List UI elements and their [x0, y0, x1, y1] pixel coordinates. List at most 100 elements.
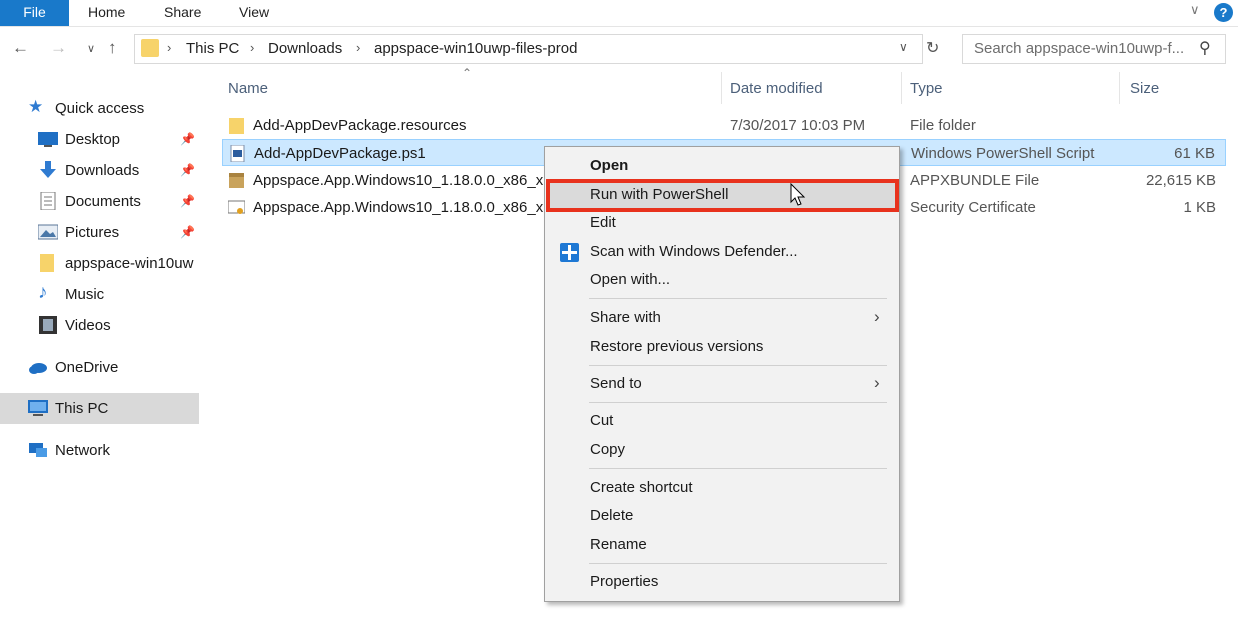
sidebar-item-network[interactable]: Network — [0, 435, 199, 466]
search-placeholder: Search appspace-win10uwp-f... — [974, 40, 1185, 57]
file-type: File folder — [910, 117, 976, 134]
tab-file[interactable]: File — [0, 0, 69, 26]
file-name: Appspace.App.Windows10_1.18.0.0_x86_x6 — [253, 172, 552, 189]
network-icon — [28, 441, 48, 459]
menu-item-rename[interactable]: Rename — [547, 531, 897, 559]
file-size: 61 KB — [1174, 145, 1215, 162]
menu-item-cut[interactable]: Cut — [547, 407, 897, 435]
column-header-date-modified[interactable]: Date modified — [724, 72, 902, 104]
desktop-icon — [38, 130, 58, 148]
menu-item-copy[interactable]: Copy — [547, 436, 897, 464]
menu-item-restore-previous-versions[interactable]: Restore previous versions — [547, 333, 897, 361]
up-arrow-icon[interactable]: ↑ — [108, 38, 117, 58]
sidebar-item-label: Quick access — [55, 100, 145, 117]
computer-icon — [28, 399, 48, 417]
sidebar-item-label: Network — [55, 442, 111, 459]
menu-item-send-to[interactable]: Send to › — [547, 370, 897, 398]
sidebar-item-downloads[interactable]: Downloads 📌 — [0, 155, 199, 186]
help-icon[interactable]: ? — [1214, 3, 1233, 22]
tab-share[interactable]: Share — [164, 0, 201, 26]
sidebar-item-videos[interactable]: Videos — [0, 310, 199, 341]
address-dropdown-chevron-icon[interactable]: ∨ — [899, 40, 908, 54]
sidebar-item-quick-access[interactable]: ★ Quick access — [0, 93, 199, 124]
menu-item-label: Delete — [590, 507, 634, 524]
file-row[interactable]: Add-AppDevPackage.resources 7/30/2017 10… — [222, 112, 1226, 139]
star-icon: ★ — [28, 97, 44, 116]
ribbon: File Home Share View ∨ ? — [0, 0, 1238, 27]
highlight-box — [546, 179, 899, 212]
sidebar-item-music[interactable]: ♪ Music — [0, 279, 199, 310]
refresh-icon[interactable]: ↻ — [926, 38, 939, 58]
tab-home[interactable]: Home — [88, 0, 125, 26]
column-header-name[interactable]: Name — [222, 72, 722, 104]
column-header-label: Date modified — [730, 80, 823, 97]
menu-separator — [589, 402, 887, 403]
column-header-size[interactable]: Size — [1124, 72, 1226, 104]
column-header-type[interactable]: Type — [904, 72, 1120, 104]
document-icon — [38, 191, 58, 211]
menu-item-label: Restore previous versions — [590, 338, 764, 355]
windows-defender-icon — [560, 243, 579, 262]
sidebar-item-appspace-folder[interactable]: appspace-win10uw — [0, 248, 199, 279]
film-icon — [38, 316, 58, 334]
breadcrumb-separator-icon: › — [250, 40, 255, 55]
menu-item-open-with[interactable]: Open with... — [547, 266, 897, 294]
download-arrow-icon — [38, 161, 58, 179]
file-type: Security Certificate — [910, 199, 1036, 216]
cloud-icon — [28, 358, 48, 376]
forward-arrow-icon[interactable]: → — [50, 38, 67, 58]
package-icon — [228, 172, 245, 189]
sidebar-item-label: Downloads — [65, 162, 140, 179]
sidebar-item-onedrive[interactable]: OneDrive — [0, 352, 199, 383]
menu-item-label: Send to — [590, 375, 642, 392]
menu-separator — [589, 365, 887, 366]
sidebar-item-label: This PC — [55, 400, 109, 417]
sidebar-item-label: Music — [65, 286, 105, 303]
column-header-label: Type — [910, 80, 943, 97]
sidebar-item-this-pc[interactable]: This PC — [0, 393, 199, 424]
file-name: Add-AppDevPackage.resources — [253, 117, 467, 134]
menu-item-properties[interactable]: Properties — [547, 568, 897, 596]
pin-icon[interactable]: 📌 — [180, 132, 195, 146]
menu-item-open[interactable]: Open — [547, 152, 897, 180]
menu-item-scan-defender[interactable]: Scan with Windows Defender... — [547, 238, 897, 266]
menu-item-edit[interactable]: Edit — [547, 209, 897, 237]
breadcrumb-current-folder[interactable]: appspace-win10uwp-files-prod — [374, 40, 577, 57]
folder-icon — [228, 117, 245, 134]
file-size: 1 KB — [1183, 199, 1216, 216]
pin-icon[interactable]: 📌 — [180, 225, 195, 239]
music-note-icon: ♪ — [38, 282, 48, 303]
menu-item-label: Properties — [590, 573, 659, 590]
address-bar[interactable]: › This PC › Downloads › appspace-win10uw… — [134, 34, 923, 64]
sidebar-item-documents[interactable]: Documents 📌 — [0, 186, 199, 217]
menu-item-label: Open with... — [590, 271, 671, 288]
sidebar-item-desktop[interactable]: Desktop 📌 — [0, 124, 199, 155]
folder-icon — [38, 254, 58, 272]
submenu-arrow-icon: › — [874, 307, 880, 326]
recent-locations-chevron-icon[interactable]: ∨ — [87, 42, 95, 55]
tab-view[interactable]: View — [239, 0, 269, 26]
submenu-arrow-icon: › — [874, 373, 880, 392]
search-input[interactable]: Search appspace-win10uwp-f... ⚲ — [962, 34, 1226, 64]
sidebar-item-label: Documents — [65, 193, 141, 210]
file-date: 7/30/2017 10:03 PM — [730, 117, 866, 134]
menu-item-label: Cut — [590, 412, 614, 429]
menu-item-share-with[interactable]: Share with › — [547, 304, 897, 332]
breadcrumb-downloads[interactable]: Downloads — [268, 40, 342, 57]
search-icon[interactable]: ⚲ — [1199, 38, 1211, 58]
file-name: Add-AppDevPackage.ps1 — [254, 145, 426, 162]
pictures-icon — [37, 223, 59, 241]
menu-item-label: Scan with Windows Defender... — [590, 243, 798, 260]
column-header-label: Name — [228, 80, 269, 97]
back-arrow-icon[interactable]: ← — [12, 38, 29, 58]
pin-icon[interactable]: 📌 — [180, 163, 195, 177]
sidebar-item-pictures[interactable]: Pictures 📌 — [0, 217, 199, 248]
file-type: APPXBUNDLE File — [910, 172, 1040, 189]
expand-ribbon-chevron-icon[interactable]: ∨ — [1190, 2, 1200, 18]
menu-item-delete[interactable]: Delete — [547, 502, 897, 530]
pin-icon[interactable]: 📌 — [180, 194, 195, 208]
menu-item-label: Create shortcut — [590, 479, 693, 496]
menu-separator — [589, 563, 887, 564]
menu-item-create-shortcut[interactable]: Create shortcut — [547, 474, 897, 502]
breadcrumb-this-pc[interactable]: This PC — [186, 40, 239, 57]
